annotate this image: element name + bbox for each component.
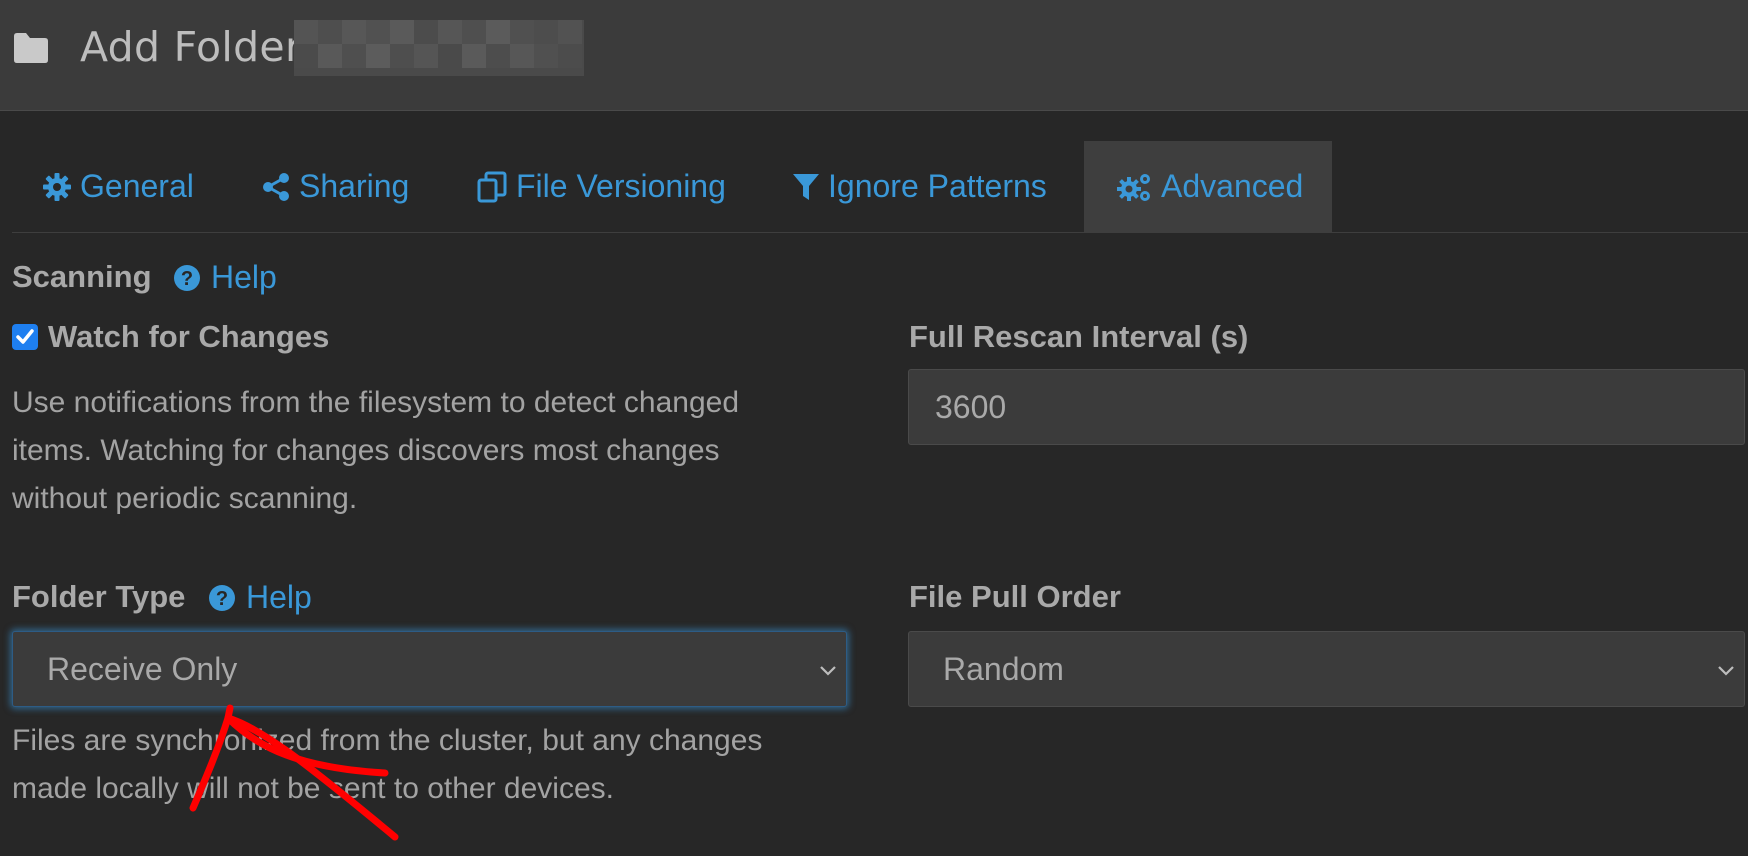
rescan-interval-label: Full Rescan Interval (s) <box>909 319 1249 354</box>
file-pull-order-selected-value: Random <box>943 650 1064 687</box>
folder-type-help-label: Help <box>246 579 312 615</box>
tab-advanced-label: Advanced <box>1161 168 1304 204</box>
share-icon <box>263 172 289 201</box>
folder-type-help: Files are synchronized from the cluster,… <box>12 717 842 813</box>
gear-icon <box>43 172 71 201</box>
tab-ignore-patterns[interactable]: Ignore Patterns <box>792 141 1047 232</box>
chevron-down-icon <box>1718 666 1734 676</box>
file-pull-order-select[interactable]: Random <box>908 631 1745 707</box>
watch-for-changes-label: Watch for Changes <box>48 319 330 354</box>
tab-file-versioning-label: File Versioning <box>516 168 726 204</box>
help-line: items. Watching for changes discovers mo… <box>12 434 720 467</box>
tab-advanced[interactable]: Advanced <box>1084 141 1332 232</box>
watch-for-changes-checkbox[interactable] <box>12 324 38 350</box>
help-line: made locally will not be sent to other d… <box>12 772 614 805</box>
question-circle-icon: ? <box>209 584 235 611</box>
scanning-help-link[interactable]: ? Help <box>173 259 277 296</box>
folder-type-help-link[interactable]: ? Help <box>208 579 312 616</box>
rescan-interval-value: 3600 <box>935 388 1007 425</box>
scanning-help-label: Help <box>211 259 277 295</box>
watch-for-changes-help: Use notifications from the filesystem to… <box>12 379 842 523</box>
chevron-down-icon <box>820 666 836 676</box>
svg-text:?: ? <box>216 588 228 610</box>
tab-file-versioning[interactable]: File Versioning <box>476 141 726 232</box>
folder-type-selected-value: Receive Only <box>47 650 238 687</box>
tab-sharing-label: Sharing <box>299 168 410 204</box>
file-pull-order-label: File Pull Order <box>909 579 1121 614</box>
folder-icon <box>14 33 48 63</box>
tab-general-label: General <box>80 168 194 204</box>
tab-ignore-patterns-label: Ignore Patterns <box>828 168 1047 204</box>
svg-text:?: ? <box>181 268 193 290</box>
checkmark-icon <box>16 329 34 344</box>
rescan-interval-input[interactable]: 3600 <box>908 369 1745 445</box>
help-line: Use notifications from the filesystem to… <box>12 386 740 419</box>
tab-general[interactable]: General <box>42 141 194 232</box>
modal-header: Add Folder <box>0 0 1748 111</box>
help-line: Files are synchronized from the cluster,… <box>12 724 763 757</box>
redacted-folder-name <box>294 20 584 76</box>
folder-type-title: Folder Type <box>12 579 186 614</box>
folder-type-select[interactable]: Receive Only <box>12 631 847 707</box>
modal-title: Add Folder <box>80 23 303 71</box>
tab-sharing[interactable]: Sharing <box>261 141 409 232</box>
question-circle-icon: ? <box>174 264 200 291</box>
filter-icon <box>793 173 819 200</box>
watch-for-changes-row: Watch for Changes <box>12 319 329 355</box>
copy-icon <box>477 171 507 202</box>
tab-bar: General Sharing File Versioning Ignore P… <box>12 141 1748 233</box>
help-line: without periodic scanning. <box>12 482 358 515</box>
scanning-title: Scanning <box>12 259 152 294</box>
gears-icon <box>1117 173 1150 201</box>
